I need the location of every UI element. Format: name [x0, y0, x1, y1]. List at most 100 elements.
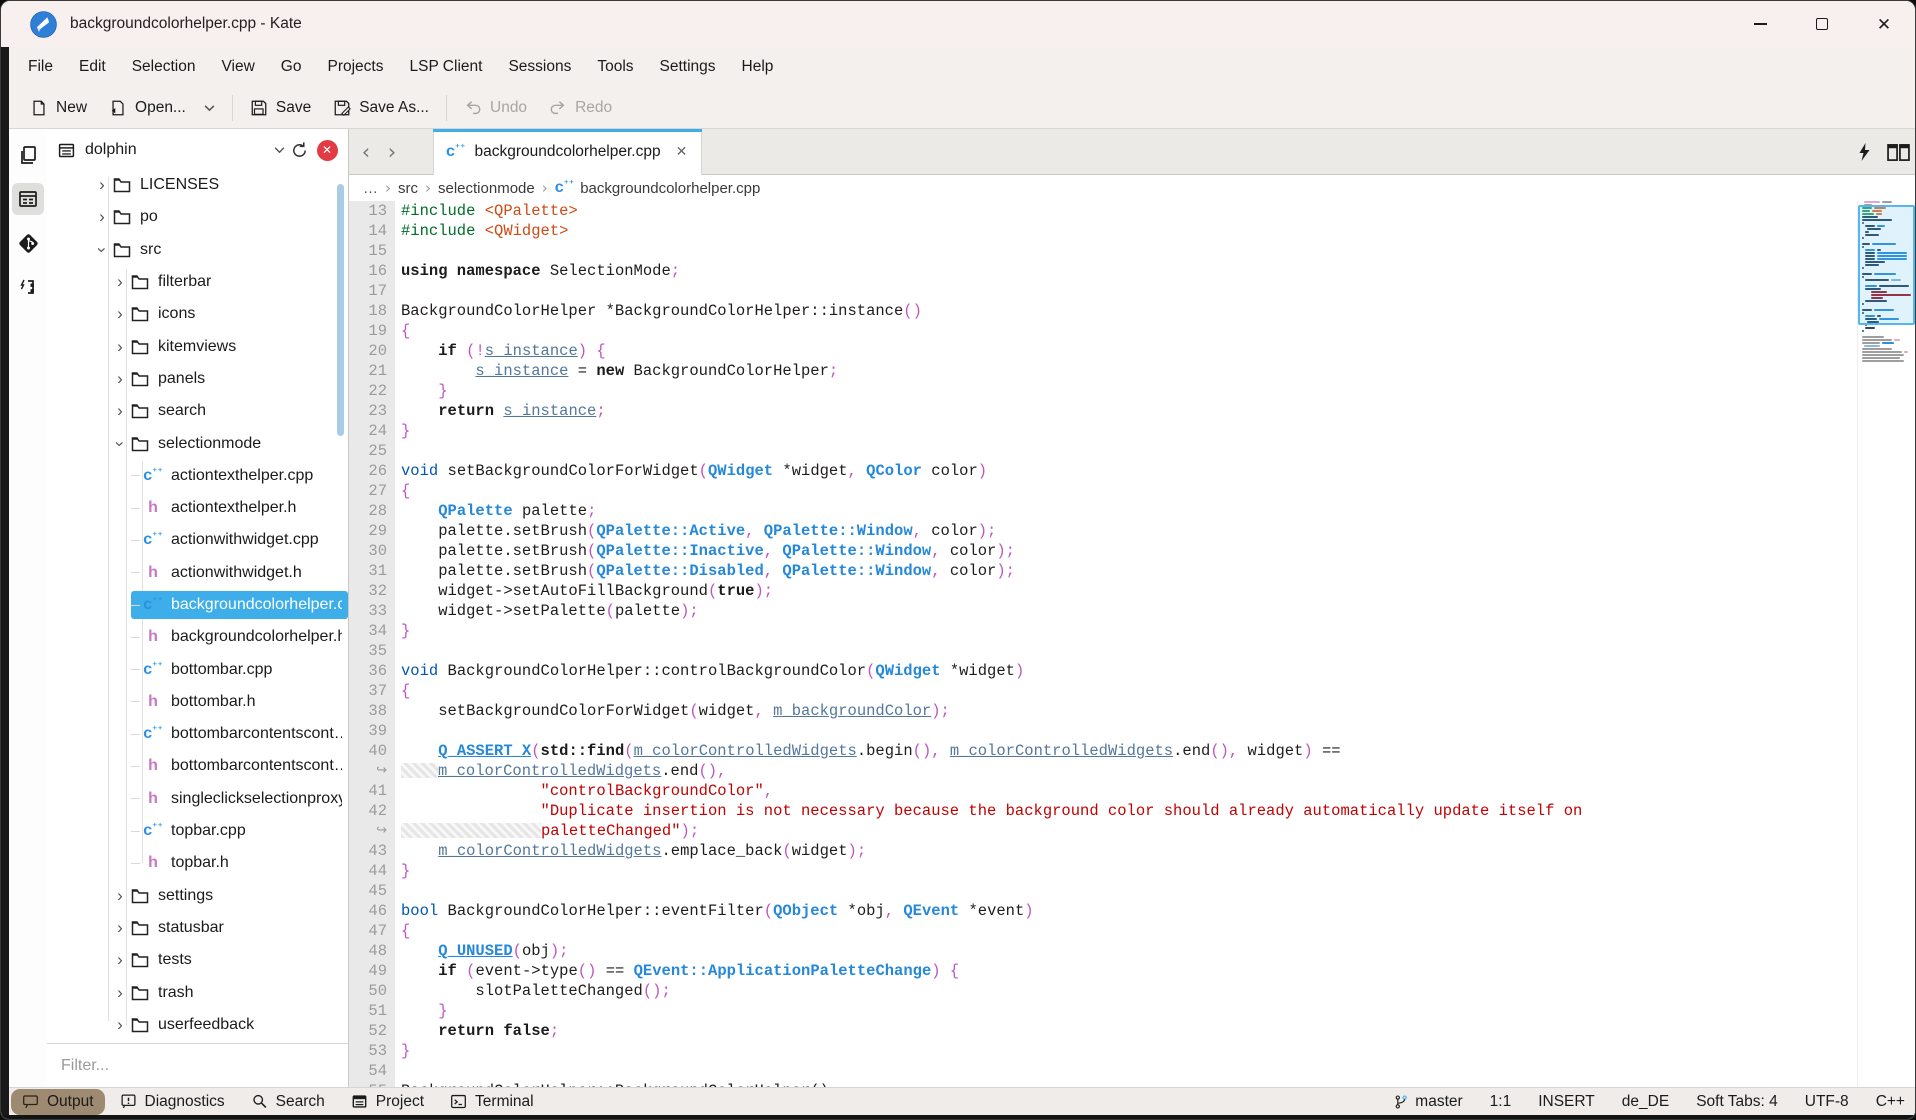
expand-arrow-icon[interactable]: ›	[93, 207, 111, 227]
tree-item-bottombar.h[interactable]: hbottombar.h	[47, 686, 348, 718]
minimize-button[interactable]	[1729, 1, 1791, 47]
menu-projects[interactable]: Projects	[314, 47, 396, 87]
panel-button-label: Project	[376, 1093, 424, 1111]
encoding[interactable]: UTF-8	[1805, 1093, 1849, 1111]
tree-item-bottombarcontentscont-[interactable]: c⁺⁺bottombarcontentscont…	[47, 718, 348, 750]
breadcrumb-overflow[interactable]: …	[363, 180, 378, 197]
expand-arrow-icon[interactable]: ›	[111, 304, 129, 324]
cursor-position[interactable]: 1:1	[1490, 1093, 1512, 1111]
expand-arrow-icon[interactable]: ›	[111, 337, 129, 357]
filter-input[interactable]: Filter...	[47, 1043, 348, 1087]
menu-help[interactable]: Help	[729, 47, 787, 87]
cpp-file-icon: c⁺⁺	[446, 143, 465, 161]
tree-item-singleclickselectionproxy-[interactable]: hsingleclickselectionproxy…	[47, 783, 348, 815]
expand-arrow-icon[interactable]: ›	[111, 918, 129, 938]
tree-item-panels[interactable]: ›panels	[47, 363, 348, 395]
tree-item-po[interactable]: ›po	[47, 201, 348, 233]
panel-button-search[interactable]: Search	[240, 1089, 336, 1115]
tree-item-selectionmode[interactable]: ›selectionmode	[47, 427, 348, 459]
menu-edit[interactable]: Edit	[66, 47, 119, 87]
new-button[interactable]: New	[19, 92, 98, 124]
open-button[interactable]: Open...	[98, 92, 197, 124]
menu-selection[interactable]: Selection	[119, 47, 209, 87]
tree-item-userfeedback[interactable]: ›userfeedback	[47, 1009, 348, 1041]
tree-item-topbar.cpp[interactable]: c⁺⁺topbar.cpp	[47, 815, 348, 847]
tree-item-topbar.h[interactable]: htopbar.h	[47, 847, 348, 879]
panel-button-project[interactable]: Project	[340, 1089, 435, 1115]
project-panel-close-button[interactable]: ✕	[313, 136, 341, 164]
tab-close-icon[interactable]: ✕	[676, 143, 688, 160]
tab-backgroundcolorhelper[interactable]: c⁺⁺ backgroundcolorhelper.cpp ✕	[433, 129, 702, 175]
input-mode[interactable]: INSERT	[1538, 1093, 1595, 1111]
menu-lsp-client[interactable]: LSP Client	[396, 47, 495, 87]
sidebar-projects-button[interactable]	[12, 183, 44, 215]
dictionary[interactable]: de_DE	[1622, 1093, 1669, 1111]
tree-item-bottombar.cpp[interactable]: c⁺⁺bottombar.cpp	[47, 653, 348, 685]
expand-arrow-icon[interactable]: ›	[111, 983, 129, 1003]
panel-button-output[interactable]: Output	[11, 1089, 105, 1115]
tree-item-licenses[interactable]: ›LICENSES	[47, 169, 348, 201]
titlebar[interactable]: backgroundcolorhelper.cpp - Kate ✕	[1, 1, 1915, 47]
tree-item-settings[interactable]: ›settings	[47, 880, 348, 912]
tree-item-bottombarcontentscont-[interactable]: hbottombarcontentscont…	[47, 750, 348, 782]
redo-button[interactable]: Redo	[538, 92, 623, 124]
expand-arrow-icon[interactable]: ›	[111, 401, 129, 421]
tree-item-backgroundcolorhelper.c-[interactable]: c⁺⁺backgroundcolorhelper.c…	[47, 589, 348, 621]
tree-item-search[interactable]: ›search	[47, 395, 348, 427]
statusbar-info: master 1:1 INSERT de_DE Soft Tabs: 4 UTF-8 C++	[1393, 1088, 1905, 1115]
tree-item-actionwithwidget.h[interactable]: hactionwithwidget.h	[47, 557, 348, 589]
project-refresh-button[interactable]	[285, 136, 313, 164]
sidebar-git-button[interactable]	[12, 227, 44, 259]
history-forward-button[interactable]: ›	[379, 140, 405, 164]
close-button[interactable]: ✕	[1853, 1, 1915, 47]
tree-item-statusbar[interactable]: ›statusbar	[47, 912, 348, 944]
breadcrumb-segment[interactable]: selectionmode	[438, 180, 535, 197]
tree-item-tests[interactable]: ›tests	[47, 944, 348, 976]
tree-item-actiontexthelper.h[interactable]: hactiontexthelper.h	[47, 492, 348, 524]
collapse-arrow-icon[interactable]: ›	[110, 435, 130, 453]
file-type[interactable]: C++	[1876, 1093, 1905, 1111]
menu-file[interactable]: File	[15, 47, 66, 87]
tree-item-src[interactable]: ›src	[47, 234, 348, 266]
tree-item-trash[interactable]: ›trash	[47, 976, 348, 1008]
sidebar-documents-button[interactable]	[12, 139, 44, 171]
expand-arrow-icon[interactable]: ›	[111, 950, 129, 970]
panel-button-diagnostics[interactable]: Diagnostics	[109, 1089, 236, 1115]
sidebar-lsp-symbols-button[interactable]	[12, 271, 44, 303]
tree-item-label: singleclickselectionproxy…	[171, 790, 342, 808]
expand-arrow-icon[interactable]: ›	[111, 369, 129, 389]
tree-item-backgroundcolorhelper.h[interactable]: hbackgroundcolorhelper.h	[47, 621, 348, 653]
maximize-button[interactable]	[1791, 1, 1853, 47]
breadcrumb-segment[interactable]: src	[398, 180, 418, 197]
panel-button-terminal[interactable]: Terminal	[439, 1089, 545, 1115]
collapse-arrow-icon[interactable]: ›	[92, 241, 112, 259]
menu-view[interactable]: View	[208, 47, 267, 87]
expand-arrow-icon[interactable]: ›	[111, 272, 129, 292]
minimap[interactable]	[1857, 201, 1915, 1087]
quick-open-bolt-icon[interactable]	[1857, 143, 1872, 161]
save-button[interactable]: Save	[239, 92, 322, 124]
tree-item-filterbar[interactable]: ›filterbar	[47, 266, 348, 298]
tree-item-icons[interactable]: ›icons	[47, 298, 348, 330]
minimap-viewport[interactable]	[1858, 205, 1915, 325]
tree-item-actiontexthelper.cpp[interactable]: c⁺⁺actiontexthelper.cpp	[47, 460, 348, 492]
project-selector[interactable]: dolphin	[57, 141, 285, 160]
tree-item-actionwithwidget.cpp[interactable]: c⁺⁺actionwithwidget.cpp	[47, 524, 348, 556]
menu-sessions[interactable]: Sessions	[495, 47, 584, 87]
git-branch-indicator[interactable]: master	[1393, 1093, 1462, 1111]
breadcrumb-segment[interactable]: backgroundcolorhelper.cpp	[580, 180, 760, 197]
expand-arrow-icon[interactable]: ›	[111, 886, 129, 906]
undo-button[interactable]: Undo	[453, 92, 538, 124]
menu-go[interactable]: Go	[268, 47, 315, 87]
open-recent-dropdown[interactable]	[193, 92, 226, 124]
menu-settings[interactable]: Settings	[647, 47, 729, 87]
code-editor[interactable]: 13#include <QPalette>14#include <QWidget…	[349, 201, 1916, 1087]
save-as-button[interactable]: Save As...	[322, 92, 440, 124]
tree-item-kitemviews[interactable]: ›kitemviews	[47, 330, 348, 362]
history-back-button[interactable]: ‹	[353, 140, 379, 164]
tab-mode[interactable]: Soft Tabs: 4	[1696, 1093, 1778, 1111]
split-view-icon[interactable]	[1886, 143, 1911, 162]
expand-arrow-icon[interactable]: ›	[93, 175, 111, 195]
expand-arrow-icon[interactable]: ›	[111, 1015, 129, 1035]
menu-tools[interactable]: Tools	[584, 47, 646, 87]
